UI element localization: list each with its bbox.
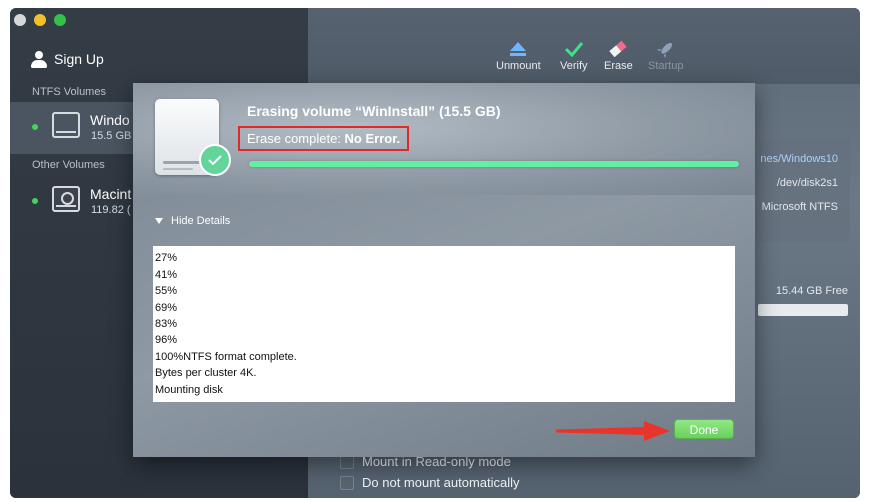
no-auto-mount-checkbox[interactable]	[340, 475, 354, 490]
ntfs-volumes-heading: NTFS Volumes	[32, 86, 106, 98]
mounted-indicator	[32, 124, 38, 130]
status-prefix: Erase complete:	[247, 131, 345, 146]
hide-details-label: Hide Details	[171, 215, 231, 227]
eraser-icon	[604, 38, 633, 60]
log-line: 69%	[155, 301, 178, 314]
checkmark-icon	[560, 38, 588, 60]
log-line: 27%	[155, 252, 178, 265]
red-arrow-annotation	[556, 419, 674, 448]
startup-button[interactable]: Startup	[648, 38, 683, 72]
log-line: 55%	[155, 285, 178, 298]
volume-size: 15.5 GB	[91, 130, 132, 142]
log-line: Mounting disk	[155, 383, 223, 396]
log-line: 96%	[155, 334, 178, 347]
sign-up-button[interactable]: Sign Up	[30, 50, 104, 68]
startup-label: Startup	[648, 60, 684, 72]
log-output[interactable]: 13%27%41%55%69%83%96%100%NTFS format com…	[153, 246, 735, 402]
unmount-button[interactable]: Unmount	[496, 38, 541, 72]
minimize-window-button[interactable]	[34, 14, 46, 26]
free-space-bar	[758, 304, 848, 316]
success-check-icon	[199, 144, 231, 176]
erase-dialog: Erasing volume “WinInstall” (15.5 GB) Er…	[133, 83, 755, 457]
volume-name: Macint	[90, 186, 132, 202]
done-button[interactable]: Done	[674, 419, 734, 439]
log-line: 83%	[155, 317, 178, 330]
progress-bar	[249, 161, 739, 167]
volume-size: 119.82 (	[91, 204, 131, 216]
log-line: Bytes per cluster 4K.	[155, 367, 257, 380]
maximize-window-button[interactable]	[54, 14, 66, 26]
unmount-label: Unmount	[496, 60, 541, 72]
device-path: /dev/disk2s1	[776, 177, 838, 189]
verify-button[interactable]: Verify	[560, 38, 588, 72]
erase-button[interactable]: Erase	[604, 38, 633, 72]
drive-icon	[52, 112, 80, 138]
no-auto-mount-option[interactable]: Do not mount automatically	[340, 475, 520, 490]
log-line: 41%	[155, 268, 178, 281]
sign-up-label: Sign Up	[54, 51, 104, 67]
verify-label: Verify	[560, 60, 588, 72]
hide-details-toggle[interactable]: Hide Details	[155, 215, 230, 227]
volume-name: Windo	[90, 112, 130, 128]
person-icon	[30, 50, 48, 68]
other-volumes-heading: Other Volumes	[32, 159, 105, 171]
erase-status: Erase complete: No Error.	[238, 126, 410, 151]
close-window-button[interactable]	[14, 14, 26, 26]
free-space-label: 15.44 GB Free	[775, 285, 848, 297]
mounted-indicator	[32, 198, 38, 204]
no-auto-mount-label: Do not mount automatically	[362, 475, 520, 490]
mount-path[interactable]: nes/Windows10	[760, 153, 838, 165]
dialog-title: Erasing volume “WinInstall” (15.5 GB)	[247, 103, 501, 119]
log-line: 100%NTFS format complete.	[155, 350, 297, 363]
file-system: Microsoft NTFS	[761, 201, 838, 213]
dialog-header	[133, 83, 755, 195]
rocket-icon	[648, 38, 683, 60]
hard-disk-icon	[52, 186, 80, 212]
eject-icon	[496, 38, 541, 60]
disclosure-triangle-icon	[155, 218, 163, 224]
status-value: No Error.	[344, 131, 401, 146]
erase-label: Erase	[604, 60, 633, 72]
